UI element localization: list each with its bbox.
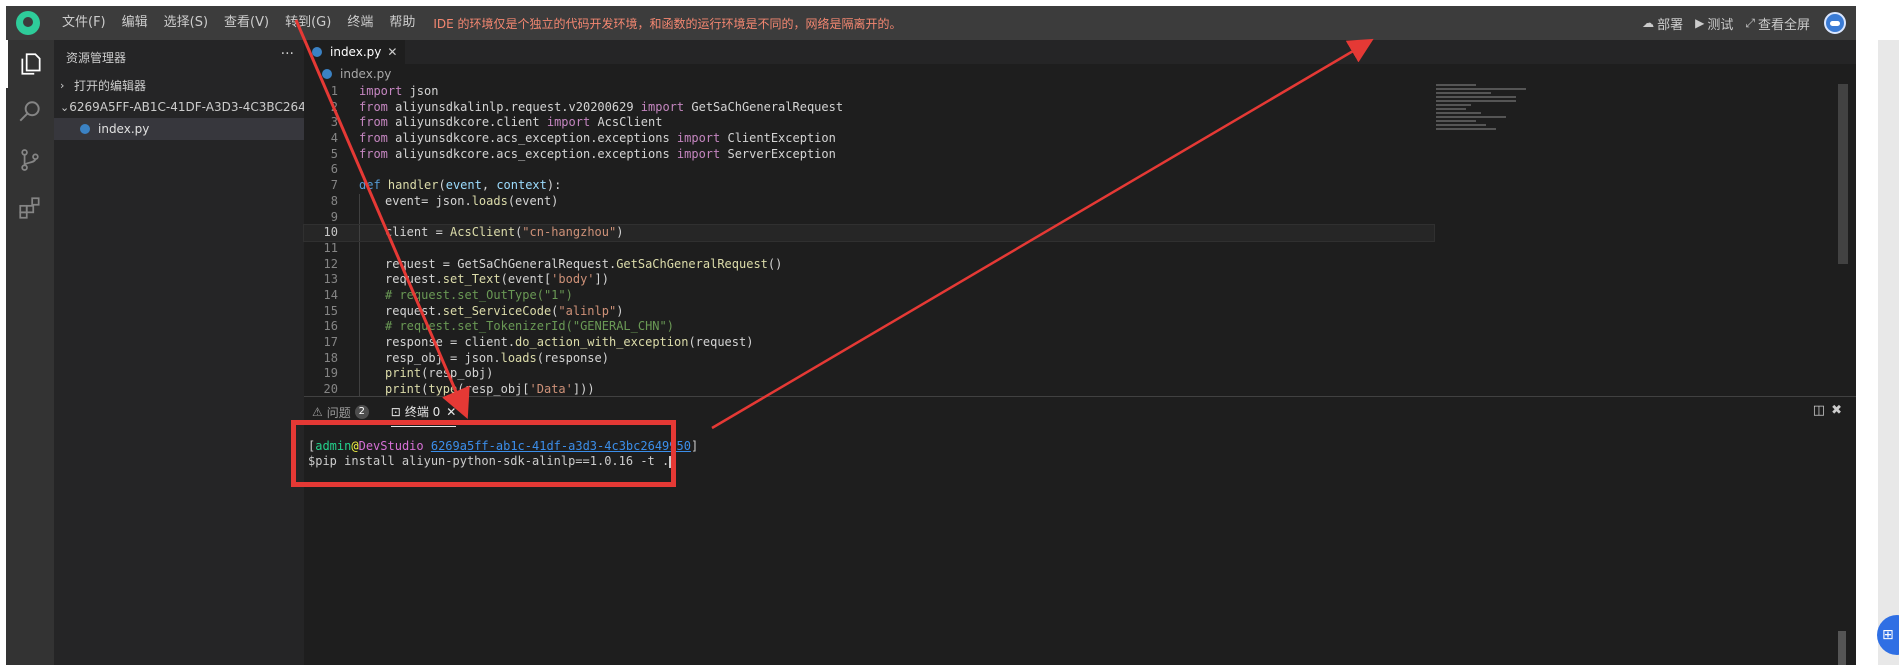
- split-icon[interactable]: ◫: [1813, 403, 1825, 418]
- code-line: 12 request = GetSaChGeneralRequest.GetSaC…: [323, 256, 783, 273]
- menu-edit[interactable]: 编辑: [114, 6, 156, 40]
- breadcrumb: index.py: [304, 64, 1856, 84]
- terminal-host: DevStudio: [358, 439, 424, 453]
- menu-file[interactable]: 文件(F): [54, 6, 114, 40]
- panel-tabs: ⚠ 问题 2 ⊡ 终端 0 ✕: [304, 397, 1856, 427]
- panel-actions: ◫ ✖: [1807, 403, 1842, 418]
- python-file-icon: [322, 69, 332, 79]
- extensions-icon[interactable]: [6, 184, 54, 232]
- code-line: 5 from aliyunsdkcore.acs_exception.except…: [330, 146, 836, 161]
- play-icon: ▶: [1695, 16, 1705, 30]
- terminal-cursor: [669, 455, 677, 468]
- minimap[interactable]: [1436, 84, 1531, 174]
- code-line: 16 # request.set_TokenizerId("GENERAL_CHN…: [323, 319, 674, 335]
- code-line: 3 from aliyunsdkcore.client import AcsCli…: [330, 115, 663, 130]
- terminal-label: 终端 0: [404, 405, 441, 419]
- tab-index-py[interactable]: index.py ✕: [304, 40, 407, 64]
- app-logo: [16, 11, 40, 35]
- editor-tabs: index.py ✕: [304, 40, 1856, 64]
- title-bar: 文件(F) 编辑 选择(S) 查看(V) 转到(G) 终端 帮助 IDE 的环境…: [6, 6, 1856, 40]
- code-line: 11: [304, 240, 1434, 257]
- close-icon[interactable]: ✕: [446, 405, 456, 419]
- cloud-upload-icon: ☁: [1642, 16, 1655, 30]
- sidebar-header: 资源管理器 ···: [54, 40, 304, 74]
- source-control-icon[interactable]: [6, 136, 54, 184]
- tab-terminal[interactable]: ⊡ 终端 0 ✕: [390, 397, 457, 427]
- terminal-prompt-line: [admin@DevStudio 6269a5ff-ab1c-41df-a3d3…: [308, 439, 699, 453]
- panel-scrollbar[interactable]: [1838, 631, 1846, 665]
- terminal-session-id: 6269a5ff-ab1c-41df-a3d3-4c3bc2649950: [430, 439, 691, 453]
- code-line: 14 # request.set_OutType("1"): [323, 287, 573, 304]
- code-line: 13 request.set_Text(event['body']): [323, 272, 609, 288]
- deploy-button[interactable]: ☁ 部署: [1636, 14, 1689, 33]
- python-file-icon: [312, 47, 322, 57]
- problems-label: 问题: [326, 405, 351, 420]
- fullscreen-label: 查看全屏: [1757, 17, 1810, 33]
- menu-selection[interactable]: 选择(S): [156, 6, 216, 40]
- code-line: 9: [304, 209, 1434, 226]
- bottom-panel: ⚠ 问题 2 ⊡ 终端 0 ✕ ◫ ✖ [admin@DevStudio 626…: [304, 396, 1856, 665]
- chevron-right-icon: ›: [60, 78, 65, 92]
- test-label: 测试: [1707, 17, 1734, 33]
- code-area[interactable]: 1 import json 2 from aliyunsdkalinlp.reque…: [303, 84, 1435, 398]
- deploy-label: 部署: [1657, 17, 1684, 33]
- explorer-sidebar: 资源管理器 ··· › 打开的编辑器 ⌄ 6269A5FF-AB1C-41DF-…: [54, 40, 336, 665]
- code-line: 2 from aliyunsdkalinlp.request.v20200629 …: [330, 99, 844, 114]
- title-actions: ☁ 部署 ▶ 测试 ⤢ 查看全屏: [1636, 6, 1846, 40]
- test-button[interactable]: ▶ 测试: [1689, 14, 1739, 33]
- terminal[interactable]: [admin@DevStudio 6269a5ff-ab1c-41df-a3d3…: [308, 439, 698, 469]
- menu-goto[interactable]: 转到(G): [277, 6, 339, 40]
- activity-bar: [6, 40, 54, 665]
- code-line: 4 from aliyunsdkcore.acs_exception.except…: [330, 131, 836, 146]
- environment-notice: IDE 的环境仅是个独立的代码开发环境，和函数的运行环境是不同的，网络是隔离开的…: [433, 16, 902, 31]
- code-line: 15 request.set_ServiceCode("alinlp"): [323, 303, 624, 320]
- terminal-command: $pip install aliyun-python-sdk-alinlp==1…: [308, 454, 670, 468]
- page-scrollbar[interactable]: [1878, 40, 1899, 665]
- open-editors-label: 打开的编辑器: [74, 78, 147, 93]
- sidebar-title: 资源管理器: [66, 50, 127, 65]
- search-icon[interactable]: [6, 88, 54, 136]
- code-line: 18 resp_obj = json.loads(response): [323, 350, 609, 367]
- open-editors-section[interactable]: › 打开的编辑器: [54, 74, 304, 96]
- chevron-down-icon: ⌄: [60, 100, 70, 114]
- more-actions-icon[interactable]: ···: [281, 46, 294, 62]
- python-file-icon: [80, 124, 90, 134]
- code-line: 19 print(resp_obj): [323, 366, 494, 383]
- file-label: index.py: [98, 122, 150, 136]
- menu-view[interactable]: 查看(V): [216, 6, 277, 40]
- code-line: 1 import json: [330, 84, 439, 98]
- expand-icon: ⤢: [1745, 15, 1755, 30]
- terminal-command-line: $pip install aliyun-python-sdk-alinlp==1…: [308, 454, 698, 469]
- file-index-py[interactable]: index.py: [54, 118, 304, 140]
- close-icon[interactable]: ✕: [387, 45, 397, 59]
- close-panel-icon[interactable]: ✖: [1831, 403, 1842, 418]
- project-folder-label: 6269A5FF-AB1C-41DF-A3D3-4C3BC2649950: [69, 100, 337, 114]
- tab-problems[interactable]: ⚠ 问题 2: [312, 397, 369, 427]
- explorer-icon[interactable]: [6, 40, 54, 88]
- problems-count-badge: 2: [354, 405, 369, 419]
- code-line: 7 def handler(event, context):: [330, 178, 562, 193]
- terminal-icon: ⊡: [390, 404, 401, 419]
- ide-window: 文件(F) 编辑 选择(S) 查看(V) 转到(G) 终端 帮助 IDE 的环境…: [6, 6, 1856, 665]
- terminal-user: admin: [315, 439, 352, 453]
- avatar[interactable]: [1824, 12, 1846, 34]
- code-editor: index.py ✕ index.py 1 import json 2 from a…: [303, 40, 1856, 398]
- warning-icon: ⚠: [312, 405, 323, 419]
- menu-terminal[interactable]: 终端: [339, 6, 381, 40]
- fullscreen-button[interactable]: ⤢ 查看全屏: [1739, 14, 1816, 33]
- code-line: 17 response = client.do_action_with_excep…: [323, 335, 754, 351]
- code-line: 8 event= json.loads(event): [330, 193, 559, 210]
- code-line: 6: [330, 162, 338, 177]
- menu-help[interactable]: 帮助: [381, 6, 423, 40]
- editor-scrollbar[interactable]: [1838, 84, 1848, 264]
- project-folder[interactable]: ⌄ 6269A5FF-AB1C-41DF-A3D3-4C3BC2649950: [54, 96, 336, 118]
- tab-label: index.py: [330, 45, 382, 59]
- breadcrumb-label[interactable]: index.py: [340, 67, 391, 81]
- code-line-current: 10 client = AcsClient("cn-hangzhou"): [303, 224, 1435, 242]
